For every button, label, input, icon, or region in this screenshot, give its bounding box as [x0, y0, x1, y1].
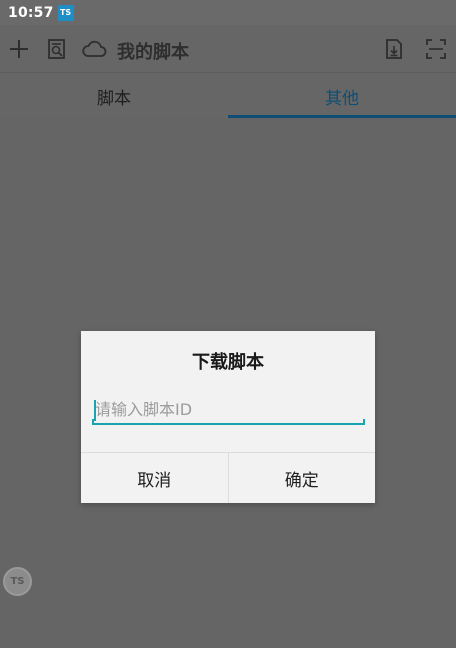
search-document-icon[interactable] — [40, 32, 74, 66]
tab-indicator — [228, 115, 456, 118]
status-time: 10:57 — [8, 4, 54, 21]
input-underline-right-tick — [363, 419, 365, 425]
app-badge-icon: TS — [57, 4, 74, 21]
download-script-dialog: 下载脚本 取消 确定 — [81, 331, 375, 503]
script-id-input[interactable] — [92, 395, 365, 423]
status-bar: 10:57 TS — [0, 0, 456, 25]
input-underline — [92, 423, 365, 425]
dialog-title: 下载脚本 — [192, 352, 264, 373]
download-file-icon[interactable] — [377, 32, 411, 66]
floating-ball-icon[interactable]: TS — [3, 567, 32, 596]
input-underline-left-tick — [92, 419, 94, 425]
floating-ball-label: TS — [10, 576, 25, 587]
tab-label: 其他 — [325, 88, 359, 109]
tab-label: 脚本 — [97, 88, 131, 109]
add-icon[interactable] — [2, 32, 36, 66]
scan-icon[interactable] — [419, 32, 453, 66]
cancel-button[interactable]: 取消 — [81, 453, 228, 503]
cloud-icon[interactable] — [77, 32, 111, 66]
page-title: 我的脚本 — [117, 42, 189, 63]
tab-scripts[interactable]: 脚本 — [0, 74, 228, 118]
dialog-buttons: 取消 确定 — [81, 452, 375, 503]
text-caret — [94, 400, 96, 421]
toolbar: 我的脚本 — [0, 25, 456, 73]
script-id-field — [92, 395, 365, 425]
confirm-button[interactable]: 确定 — [227, 453, 376, 503]
tab-other[interactable]: 其他 — [228, 74, 456, 118]
tab-bar: 脚本 其他 — [0, 74, 456, 118]
app-screen: 10:57 TS 我的脚本 脚本 其他 TS — [0, 0, 456, 648]
